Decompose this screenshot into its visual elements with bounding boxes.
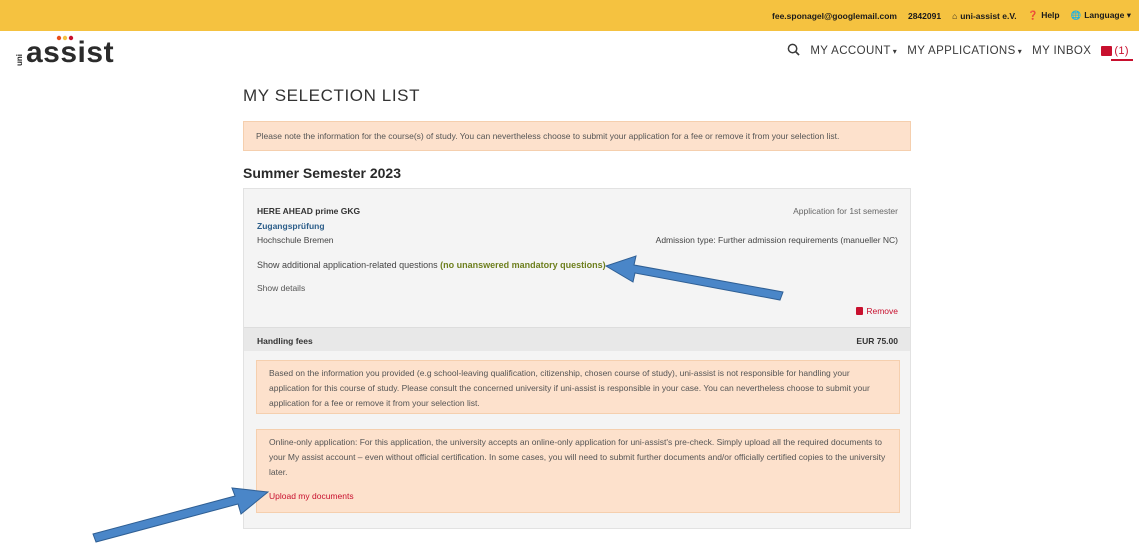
cart-icon: [1101, 46, 1113, 56]
online-application-info: Online-only application: For this applic…: [256, 429, 900, 513]
language-menu[interactable]: 🌐 Language ▾: [1071, 10, 1131, 21]
active-indicator: [1111, 59, 1133, 61]
globe-icon: 🌐: [1070, 10, 1082, 20]
upload-documents-link[interactable]: Upload my documents: [269, 489, 887, 504]
org-link[interactable]: ⌂ uni-assist e.V.: [952, 11, 1017, 21]
chevron-down-icon: ▾: [1017, 47, 1023, 56]
trash-icon: [856, 307, 864, 315]
course-name: HERE AHEAD prime GKG: [257, 206, 361, 216]
course-subtitle: Zugangsprüfung: [257, 221, 325, 231]
help-icon: ❓: [1027, 10, 1039, 20]
application-type: Application for 1st semester: [793, 206, 898, 216]
help-link[interactable]: ❓ Help: [1028, 10, 1060, 21]
cart-badge[interactable]: (1): [1101, 45, 1129, 57]
home-icon: ⌂: [952, 10, 958, 21]
nav-my-inbox[interactable]: MY INBOX: [1032, 45, 1091, 57]
search-icon[interactable]: [787, 43, 800, 59]
fees-label: Handling fees: [257, 336, 313, 346]
main-nav: MY ACCOUNT ▾ MY APPLICATIONS ▾ MY INBOX (1…: [787, 42, 1129, 60]
course-card: HERE AHEAD prime GKG Application for 1st…: [243, 188, 911, 529]
chevron-down-icon: ▾: [1124, 10, 1131, 20]
logo-uni-text: uni: [15, 54, 24, 66]
uni-assist-logo[interactable]: uni assist: [15, 35, 115, 69]
show-details-link[interactable]: Show details: [257, 283, 305, 293]
page-title: MY SELECTION LIST: [243, 86, 421, 105]
user-email: fee.sponagel@googlemail.com: [772, 10, 897, 21]
responsibility-warning: Based on the information you provided (e…: [256, 360, 900, 414]
nav-my-applications[interactable]: MY APPLICATIONS ▾: [907, 45, 1022, 57]
semester-heading: Summer Semester 2023: [243, 165, 401, 181]
user-id: 2842091: [907, 10, 942, 21]
admission-type: Admission type: Further admission requir…: [655, 235, 898, 245]
top-bar-links: fee.sponagel@googlemail.com 2842091 ⌂ uni…: [772, 0, 1131, 31]
questions-status: (no unanswered mandatory questions): [440, 260, 606, 270]
additional-questions-link[interactable]: Show additional application-related ques…: [257, 260, 606, 270]
university-name: Hochschule Bremen: [257, 235, 334, 245]
selection-notice: Please note the information for the cour…: [243, 121, 911, 151]
logo-wordmark: assist: [26, 35, 115, 69]
remove-button[interactable]: Remove: [856, 306, 898, 316]
top-bar: fee.sponagel@googlemail.com 2842091 ⌂ uni…: [0, 0, 1139, 31]
chevron-down-icon: ▾: [892, 47, 898, 56]
handling-fees-bar: Handling fees EUR 75.00: [244, 327, 910, 351]
fees-amount: EUR 75.00: [856, 336, 898, 346]
nav-my-account[interactable]: MY ACCOUNT ▾: [810, 45, 897, 57]
online-info-text: Online-only application: For this applic…: [269, 437, 886, 477]
logo-dots-icon: [56, 35, 74, 41]
